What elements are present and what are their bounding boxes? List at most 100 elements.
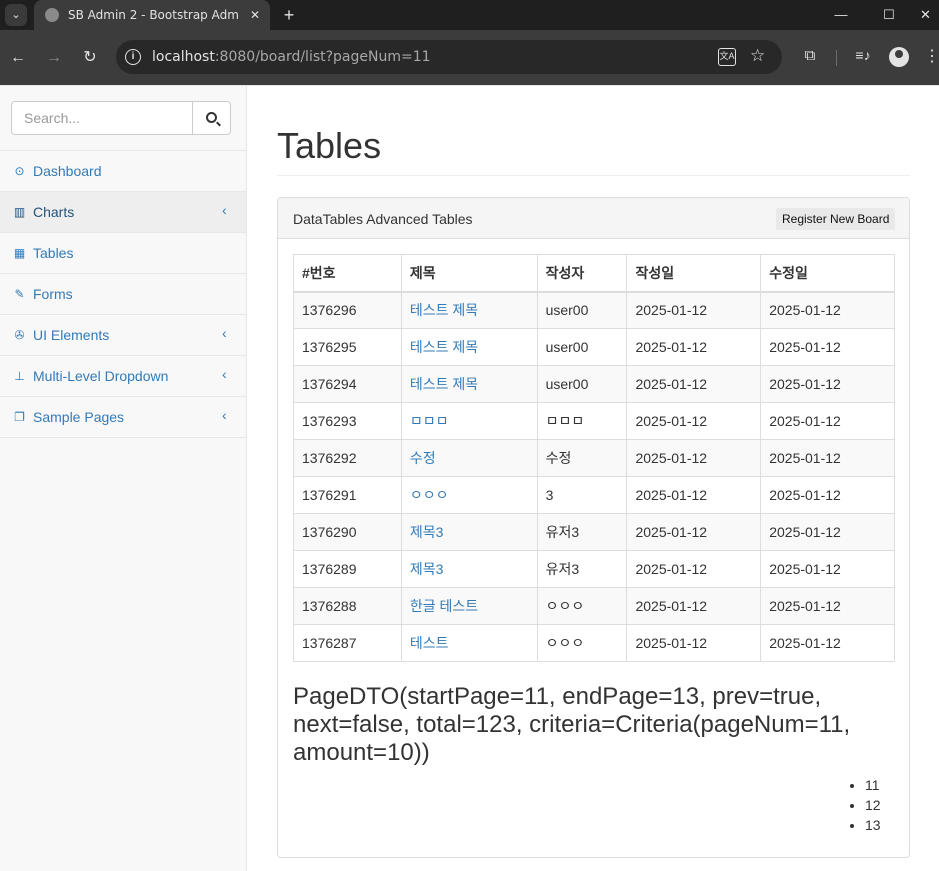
kebab-menu-icon[interactable]: ⋮: [924, 46, 939, 68]
table-cell: 2025-01-12: [626, 587, 762, 625]
page-number[interactable]: 13: [865, 815, 881, 835]
page-dto-text: PageDTO(startPage=11, endPage=13, prev=t…: [293, 683, 851, 766]
board-title-link[interactable]: 테스트 제목: [410, 376, 478, 392]
table-cell: 2025-01-12: [626, 476, 762, 514]
extensions-icon[interactable]: ⧉: [800, 47, 820, 67]
table-row: 1376294 테스트 제목 user00 2025-01-12 2025-01-12: [293, 365, 895, 403]
edit-icon: ✎: [14, 287, 25, 301]
table-cell: 1376291: [293, 476, 402, 514]
back-arrow-icon[interactable]: ←: [6, 46, 30, 70]
search-icon: [206, 112, 217, 123]
table-cell: 2025-01-12: [760, 513, 895, 551]
close-window-icon[interactable]: ✕: [912, 0, 939, 30]
sidebar: ⊙ Dashboard ▥ Charts ‹ ▦ Tables ✎ Forms …: [0, 86, 247, 871]
table-cell: 제목3: [400, 550, 538, 588]
browser-tab[interactable]: SB Admin 2 - Bootstrap Admin Theme ✕: [34, 0, 270, 30]
table-cell: 1376292: [293, 439, 402, 477]
chevron-left-icon: ‹: [222, 407, 227, 423]
table-cell: 2025-01-12: [760, 291, 895, 329]
site-info-icon[interactable]: i: [125, 49, 141, 65]
table-cell: 수정: [536, 439, 628, 477]
table-cell: 2025-01-12: [760, 587, 895, 625]
table-row: 1376295 테스트 제목 user00 2025-01-12 2025-01-12: [293, 328, 895, 366]
toolbar-divider: [836, 50, 837, 66]
maximize-icon[interactable]: ☐: [866, 0, 912, 30]
url-host: localhost: [152, 49, 215, 65]
table-cell: 1376287: [293, 624, 402, 662]
tab-close-icon[interactable]: ✕: [246, 6, 264, 24]
column-header: 작성자: [536, 254, 628, 293]
board-title-link[interactable]: 제목3: [410, 524, 444, 540]
sidebar-item-label: Tables: [33, 245, 74, 261]
search-button[interactable]: [192, 101, 231, 135]
pagination-list: 11 12 13: [865, 775, 881, 835]
board-title-link[interactable]: 테스트 제목: [410, 302, 478, 318]
table-cell: 2025-01-12: [760, 476, 895, 514]
sidebar-item-charts[interactable]: ▥ Charts ‹: [0, 192, 246, 233]
sidebar-item-sample-pages[interactable]: ❐ Sample Pages ‹: [0, 397, 246, 438]
table-header-row: #번호 제목 작성자 작성일 수정일: [293, 254, 895, 293]
board-title-link[interactable]: 테스트 제목: [410, 339, 478, 355]
register-new-board-button[interactable]: Register New Board: [776, 208, 896, 230]
chevron-left-icon: ‹: [222, 202, 227, 218]
tab-search-icon[interactable]: ⌄: [5, 4, 27, 26]
url-text[interactable]: localhost:8080/board/list?pageNum=11: [152, 49, 431, 65]
sidebar-item-multi-level-dropdown[interactable]: ⊥ Multi-Level Dropdown ‹: [0, 356, 246, 397]
board-title-link[interactable]: ㅇㅇㅇ: [410, 487, 449, 503]
board-title-link[interactable]: 한글 테스트: [410, 598, 478, 614]
column-header: 작성일: [626, 254, 762, 293]
table-cell: 1376294: [293, 365, 402, 403]
board-title-link[interactable]: 제목3: [410, 561, 444, 577]
page-number[interactable]: 12: [865, 795, 881, 815]
table-cell: ㅇㅇㅇ: [536, 587, 628, 625]
profile-avatar-icon[interactable]: [889, 47, 909, 67]
page-number[interactable]: 11: [865, 775, 881, 795]
table-cell: ㅁㅁㅁ: [536, 402, 628, 440]
table-cell: 2025-01-12: [626, 365, 762, 403]
table-cell: 2025-01-12: [760, 328, 895, 366]
board-title-link[interactable]: 수정: [410, 450, 436, 466]
column-header: 제목: [400, 254, 538, 293]
dashboard-icon: ⊙: [14, 164, 25, 178]
table-cell: 1376296: [293, 291, 402, 329]
sidebar-item-label: Charts: [33, 204, 75, 220]
sidebar-item-ui-elements[interactable]: ✇ UI Elements ‹: [0, 315, 246, 356]
board-table: #번호 제목 작성자 작성일 수정일 1376296 테스트 제목 user00 20…: [293, 254, 895, 662]
table-icon: ▦: [13, 246, 26, 260]
table-cell: 테스트 제목: [400, 365, 538, 403]
board-title-link[interactable]: 테스트: [410, 635, 449, 651]
table-row: 1376288 한글 테스트 ㅇㅇㅇ 2025-01-12 2025-01-12: [293, 587, 895, 625]
sidebar-menu: ⊙ Dashboard ▥ Charts ‹ ▦ Tables ✎ Forms …: [0, 151, 246, 438]
browser-tabstrip: ⌄ SB Admin 2 - Bootstrap Admin Theme ✕ +…: [0, 0, 939, 30]
table-cell: 테스트 제목: [400, 291, 538, 329]
board-title-link[interactable]: ㅁㅁㅁ: [410, 413, 449, 429]
table-cell: 2025-01-12: [626, 291, 762, 329]
minimize-icon[interactable]: —: [818, 0, 864, 30]
reload-icon[interactable]: ↻: [78, 46, 102, 70]
table-cell: user00: [536, 365, 628, 403]
sidebar-item-label: Dashboard: [33, 163, 102, 179]
sidebar-item-tables[interactable]: ▦ Tables: [0, 233, 246, 274]
translate-icon[interactable]: 文A: [718, 48, 736, 66]
page: ⊙ Dashboard ▥ Charts ‹ ▦ Tables ✎ Forms …: [0, 85, 939, 871]
table-cell: ㅇㅇㅇ: [536, 624, 628, 662]
bookmark-star-icon[interactable]: ☆: [750, 46, 765, 66]
table-cell: 1376288: [293, 587, 402, 625]
table-row: 1376291 ㅇㅇㅇ 3 2025-01-12 2025-01-12: [293, 476, 895, 514]
table-cell: 2025-01-12: [626, 624, 762, 662]
media-control-icon[interactable]: ≡♪: [852, 47, 874, 67]
tab-title: SB Admin 2 - Bootstrap Admin Theme: [68, 8, 238, 22]
address-bar[interactable]: i localhost:8080/board/list?pageNum=11 文…: [116, 40, 782, 74]
table-cell: 2025-01-12: [760, 550, 895, 588]
table-cell: 2025-01-12: [626, 439, 762, 477]
table-cell: 1376293: [293, 402, 402, 440]
table-cell: 2025-01-12: [626, 402, 762, 440]
new-tab-icon[interactable]: +: [278, 4, 300, 26]
column-header: #번호: [293, 254, 402, 293]
search-input[interactable]: [11, 101, 193, 135]
chevron-left-icon: ‹: [222, 325, 227, 341]
forward-arrow-icon[interactable]: →: [42, 46, 66, 70]
sidebar-item-forms[interactable]: ✎ Forms: [0, 274, 246, 315]
sidebar-item-dashboard[interactable]: ⊙ Dashboard: [0, 151, 246, 192]
table-cell: 2025-01-12: [626, 328, 762, 366]
